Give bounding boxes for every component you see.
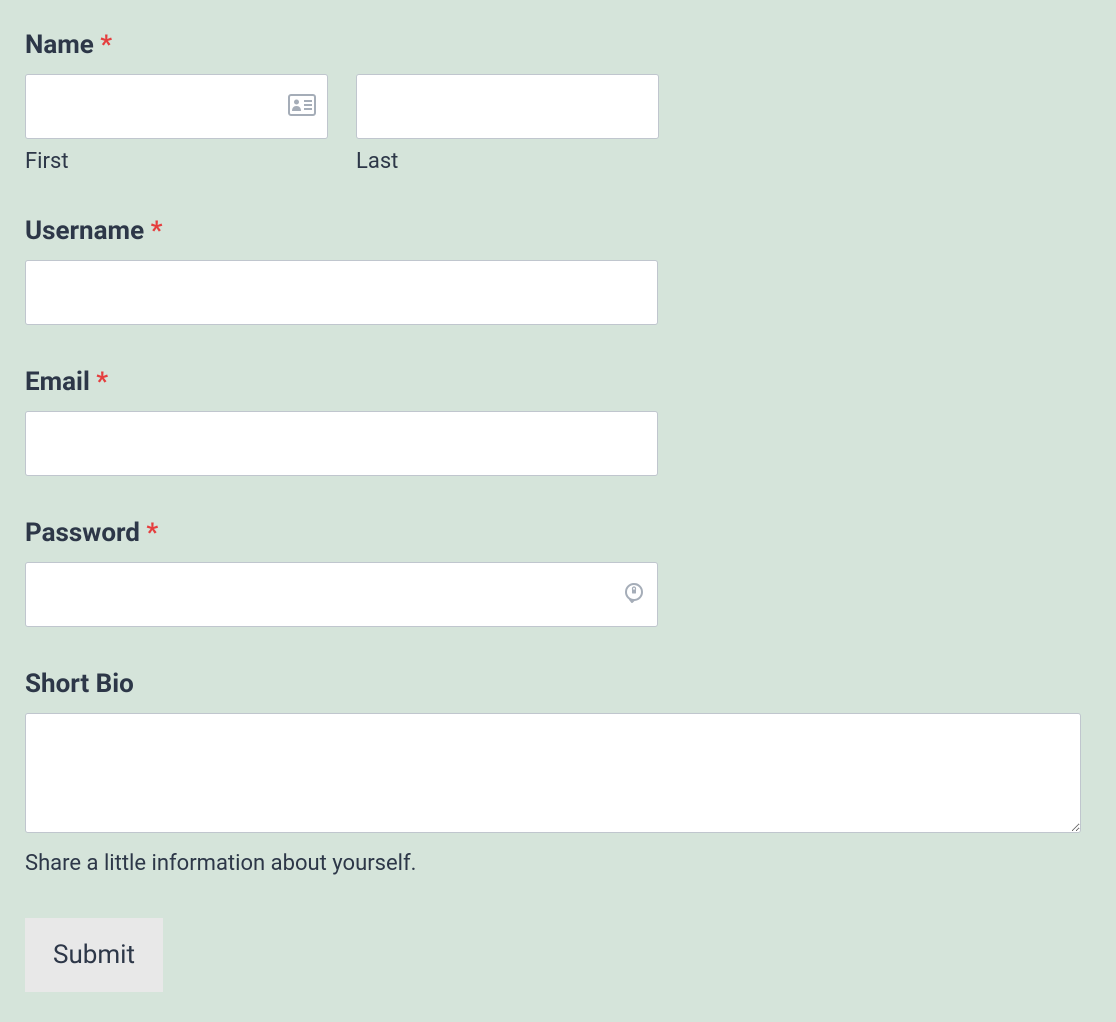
bio-textarea[interactable] [25, 713, 1081, 833]
password-required-mark: * [146, 518, 158, 548]
username-label: Username * [25, 216, 1091, 246]
name-label-text: Name [25, 30, 94, 60]
bio-helper-text: Share a little information about yoursel… [25, 851, 1091, 876]
username-field-group: Username * [25, 216, 1091, 325]
last-name-sublabel: Last [356, 149, 659, 174]
name-field-group: Name * [25, 30, 1091, 174]
username-label-text: Username [25, 216, 144, 246]
password-input[interactable] [25, 562, 658, 627]
last-name-input[interactable] [356, 74, 659, 139]
username-required-mark: * [151, 216, 163, 246]
email-required-mark: * [96, 367, 108, 397]
username-input[interactable] [25, 260, 658, 325]
bio-label-text: Short Bio [25, 669, 134, 699]
email-field-group: Email * [25, 367, 1091, 476]
registration-form: Name * [25, 30, 1091, 992]
email-label: Email * [25, 367, 1091, 397]
password-label: Password * [25, 518, 1091, 548]
first-name-wrapper [25, 74, 328, 139]
name-label: Name * [25, 30, 1091, 60]
last-name-wrapper [356, 74, 659, 139]
password-field-group: Password * [25, 518, 1091, 627]
first-name-sublabel: First [25, 149, 328, 174]
password-label-text: Password [25, 518, 140, 548]
last-name-column: Last [356, 74, 659, 174]
email-input[interactable] [25, 411, 658, 476]
bio-label: Short Bio [25, 669, 1091, 699]
name-required-mark: * [100, 30, 112, 60]
name-row: First Last [25, 74, 1091, 174]
first-name-column: First [25, 74, 328, 174]
bio-field-group: Short Bio Share a little information abo… [25, 669, 1091, 876]
submit-button[interactable]: Submit [25, 918, 163, 992]
password-wrapper [25, 562, 658, 627]
first-name-input[interactable] [25, 74, 328, 139]
email-label-text: Email [25, 367, 90, 397]
